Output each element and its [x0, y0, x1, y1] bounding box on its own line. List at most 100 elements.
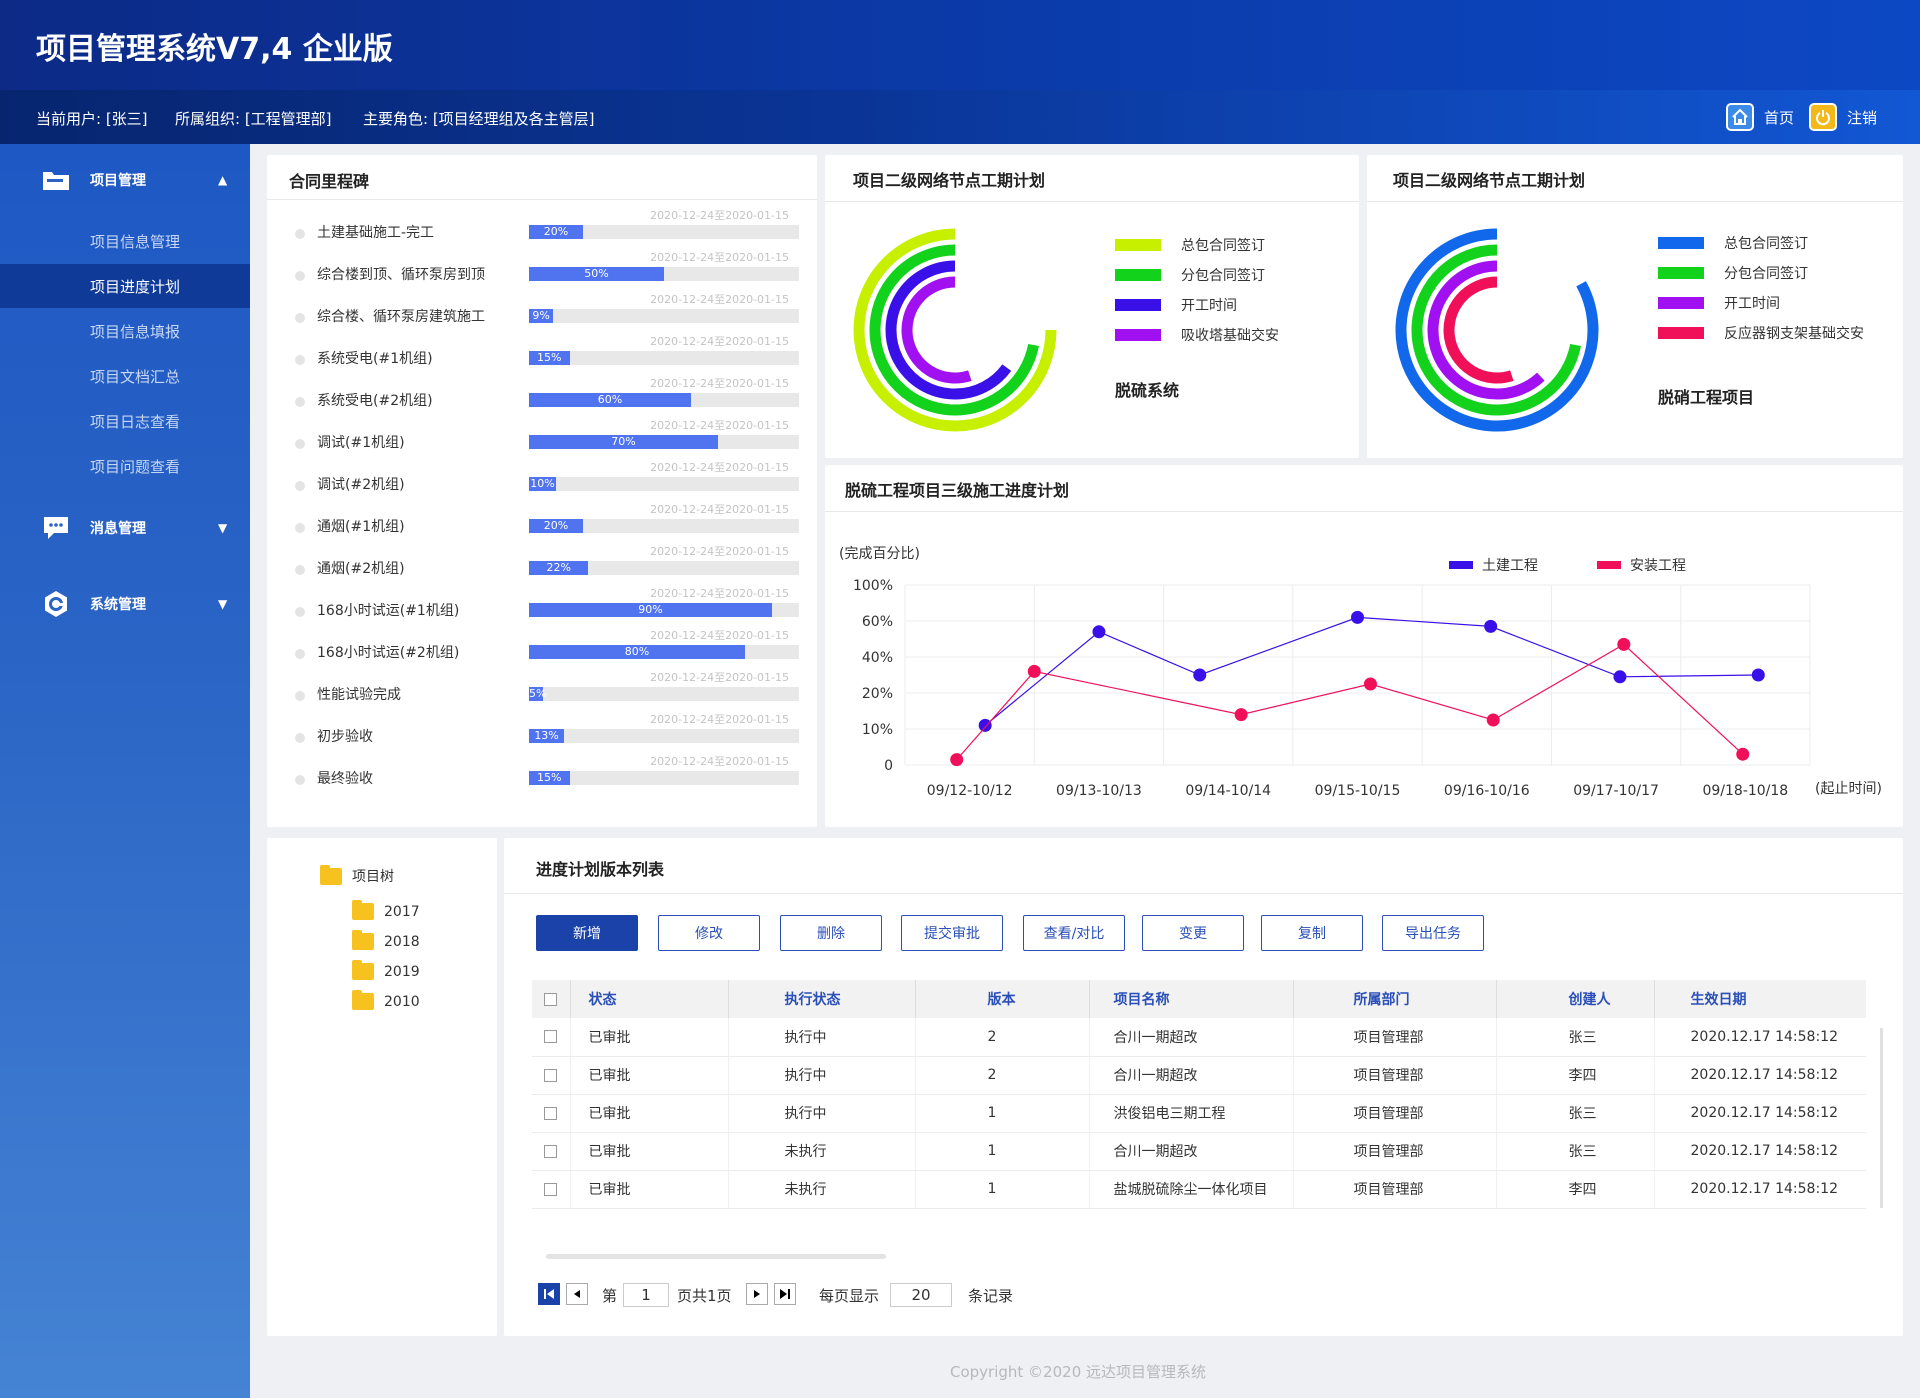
sidebar-item-info-entry[interactable]: 项目信息填报	[0, 309, 250, 353]
legend-label: 安装工程	[1630, 558, 1686, 574]
last-page-button[interactable]	[774, 1283, 796, 1305]
milestone-dot	[295, 607, 305, 617]
tree-node-2017[interactable]: 2017	[352, 900, 420, 920]
page-input[interactable]	[623, 1283, 669, 1307]
next-page-button[interactable]	[746, 1283, 768, 1305]
table-row[interactable]: 已审批 执行中 2 合川一期超改 项目管理部 张三 2020.12.17 14:58:12	[532, 1018, 1866, 1057]
sidebar-item-log-view[interactable]: 项目日志查看	[0, 399, 250, 443]
milestone-progress-track: 13%	[529, 729, 799, 743]
line-chart-panel: 脱硫工程项目三级施工进度计划 0 10% 20% 40% 60% 100% 09/12-10…	[825, 465, 1903, 827]
row-select-cell[interactable]	[532, 1094, 570, 1133]
tree-node-2018[interactable]: 2018	[352, 930, 420, 950]
data-point[interactable]	[1092, 625, 1106, 639]
table-row[interactable]: 已审批 执行中 1 洪俊铝电三期工程 项目管理部 张三 2020.12.17 14:58:1…	[532, 1094, 1866, 1133]
data-point[interactable]	[1234, 708, 1248, 722]
legend-item: 分包合同签订	[1658, 263, 1808, 283]
submit-approval-button[interactable]: 提交审批	[901, 915, 1003, 951]
row-select-cell[interactable]	[532, 1056, 570, 1095]
row-select-cell[interactable]	[532, 1170, 570, 1209]
table-cell: 2020.12.17 14:58:12	[1653, 1132, 1866, 1171]
column-header-exec-status[interactable]: 执行状态	[727, 980, 915, 1018]
menu-group-label: 系统管理	[90, 597, 146, 613]
milestone-progress-fill: 5%	[529, 687, 547, 701]
current-role: 主要角色: [项目经理组及各主管层]	[363, 110, 595, 128]
prev-page-button[interactable]	[566, 1283, 588, 1305]
row-checkbox[interactable]	[544, 1182, 557, 1196]
power-icon	[1809, 103, 1837, 131]
row-select-cell[interactable]	[532, 1018, 570, 1057]
table-cell: 张三	[1495, 1018, 1654, 1057]
sidebar-item-project-info[interactable]: 项目信息管理	[0, 219, 250, 263]
column-header-project-name[interactable]: 项目名称	[1088, 980, 1293, 1018]
y-tick-label: 100%	[853, 578, 893, 594]
column-header-effective-date[interactable]: 生效日期	[1653, 980, 1866, 1018]
data-point[interactable]	[950, 753, 964, 767]
data-point[interactable]	[1363, 677, 1377, 691]
table-cell: 2020.12.17 14:58:12	[1653, 1056, 1866, 1095]
home-button[interactable]: 首页	[1726, 102, 1794, 132]
menu-group-message[interactable]: 消息管理 ▼	[0, 510, 250, 546]
table-row[interactable]: 已审批 未执行 1 合川一期超改 项目管理部 张三 2020.12.17 14:58:12	[532, 1132, 1866, 1171]
tree-root[interactable]: 项目树	[320, 864, 394, 886]
column-header-department[interactable]: 所属部门	[1292, 980, 1496, 1018]
line-chart-title: 脱硫工程项目三级施工进度计划	[845, 481, 1070, 500]
row-select-cell[interactable]	[532, 1132, 570, 1171]
column-header-status[interactable]: 状态	[569, 980, 728, 1018]
per-page-input[interactable]	[890, 1283, 952, 1307]
legend-swatch	[1658, 237, 1704, 249]
row-checkbox[interactable]	[544, 1068, 557, 1082]
data-point[interactable]	[978, 718, 992, 732]
delete-button[interactable]: 删除	[780, 915, 882, 951]
copy-button[interactable]: 复制	[1261, 915, 1363, 951]
folder-icon	[320, 864, 342, 885]
select-all-checkbox[interactable]	[544, 992, 557, 1006]
sidebar-item-schedule-plan[interactable]: 项目进度计划	[0, 264, 250, 308]
data-point[interactable]	[1613, 670, 1627, 684]
menu-group-project[interactable]: 项目管理 ▲	[0, 162, 250, 198]
menu-group-system[interactable]: 系统管理 ▼	[0, 586, 250, 622]
milestone-date-range: 2020-12-24至2020-01-15	[650, 629, 789, 642]
data-point[interactable]	[1351, 610, 1364, 624]
data-point[interactable]	[1193, 668, 1207, 682]
x-axis-label: (起止时间)	[1815, 781, 1882, 797]
y-tick-label: 60%	[862, 614, 893, 630]
version-table-body: 已审批 执行中 2 合川一期超改 项目管理部 张三 2020.12.17 14:58:12 已…	[532, 1018, 1866, 1209]
x-tick-label: 09/13-10/13	[1056, 783, 1142, 799]
add-button[interactable]: 新增	[536, 915, 638, 951]
x-tick-label: 09/14-10/14	[1185, 783, 1271, 799]
tree-node-2010[interactable]: 2010	[352, 990, 420, 1010]
milestone-label: 初步验收	[317, 729, 373, 745]
column-header-version[interactable]: 版本	[914, 980, 1089, 1018]
data-point[interactable]	[1617, 637, 1631, 651]
data-point[interactable]	[1486, 713, 1500, 727]
vertical-scrollbar[interactable]	[1880, 1028, 1883, 1208]
select-all-cell[interactable]	[532, 980, 570, 1018]
first-page-button[interactable]	[538, 1283, 560, 1305]
legend-label: 吸收塔基础交安	[1181, 328, 1279, 344]
logout-button[interactable]: 注销	[1809, 102, 1877, 132]
data-point[interactable]	[1027, 664, 1041, 678]
table-row[interactable]: 已审批 执行中 2 合川一期超改 项目管理部 李四 2020.12.17 14:58:12	[532, 1056, 1866, 1095]
sidebar-item-issue-view[interactable]: 项目问题查看	[0, 444, 250, 488]
data-point[interactable]	[1736, 747, 1750, 761]
milestone-row: 168小时试运(#1机组) 2020-12-24至2020-01-15 90%	[267, 585, 807, 627]
change-button[interactable]: 变更	[1142, 915, 1244, 951]
tree-node-2019[interactable]: 2019	[352, 960, 420, 980]
view-compare-button[interactable]: 查看/对比	[1023, 915, 1125, 951]
data-point[interactable]	[1484, 619, 1498, 633]
milestone-date-range: 2020-12-24至2020-01-15	[650, 461, 789, 474]
data-point[interactable]	[1751, 668, 1765, 682]
row-checkbox[interactable]	[544, 1030, 557, 1044]
row-checkbox[interactable]	[544, 1106, 557, 1120]
row-checkbox[interactable]	[544, 1144, 557, 1158]
last-page-icon	[780, 1289, 790, 1299]
horizontal-scrollbar[interactable]	[546, 1254, 886, 1259]
table-row[interactable]: 已审批 未执行 1 盐城脱硫除尘一体化项目 项目管理部 李四 2020.12.17 14:5…	[532, 1170, 1866, 1209]
edit-button[interactable]: 修改	[658, 915, 760, 951]
legend-label: 开工时间	[1724, 296, 1780, 312]
milestone-progress-track: 22%	[529, 561, 799, 575]
export-tasks-button[interactable]: 导出任务	[1382, 915, 1484, 951]
column-header-creator[interactable]: 创建人	[1495, 980, 1654, 1018]
sidebar-item-doc-summary[interactable]: 项目文档汇总	[0, 354, 250, 398]
legend-swatch	[1115, 299, 1161, 311]
